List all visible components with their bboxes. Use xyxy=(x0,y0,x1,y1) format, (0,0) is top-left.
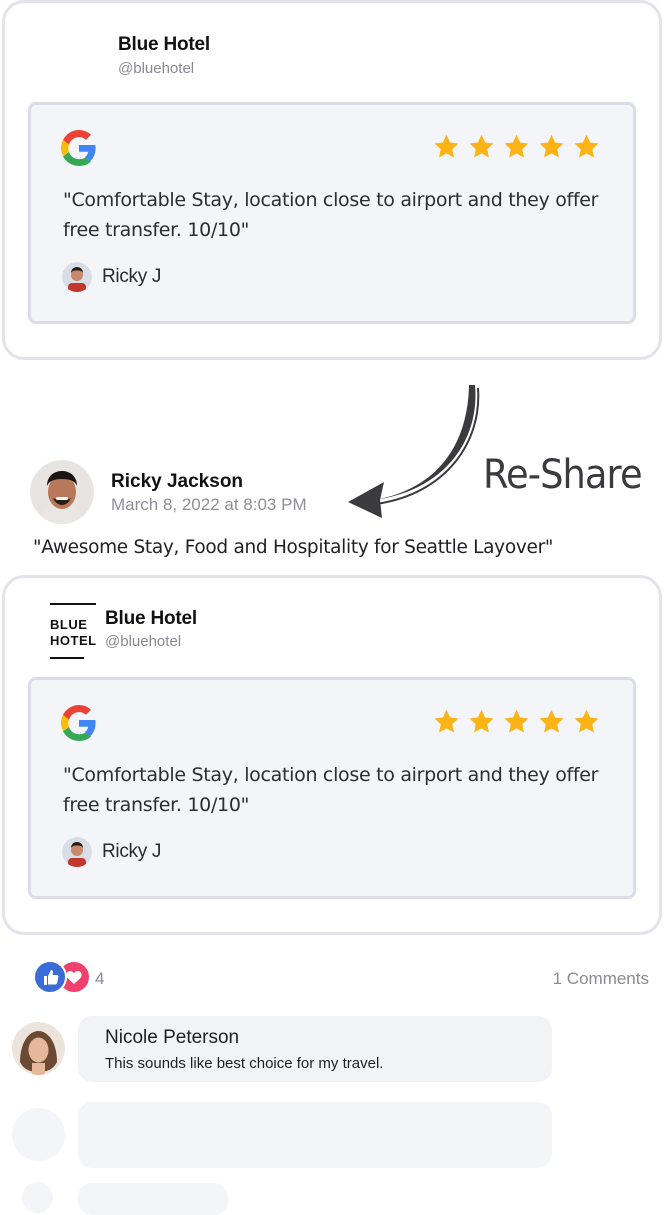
comment-text: This sounds like best choice for my trav… xyxy=(105,1055,384,1072)
comments-count[interactable]: 1 Comments xyxy=(553,969,649,989)
hotel-handle[interactable]: @bluehotel xyxy=(118,60,210,77)
reactions[interactable] xyxy=(33,960,93,994)
reaction-count[interactable]: 4 xyxy=(95,969,104,989)
hotel-name[interactable]: Blue Hotel xyxy=(105,608,197,630)
star-rating xyxy=(433,133,600,160)
star-rating xyxy=(433,708,600,735)
original-post-header: Blue Hotel @bluehotel xyxy=(118,34,210,77)
reviewer-name[interactable]: Ricky J xyxy=(102,266,161,288)
logo-bottom-bar xyxy=(50,657,84,659)
logo-line1: BLUE xyxy=(50,617,88,632)
star-icon xyxy=(574,134,599,158)
star-icon xyxy=(469,134,494,158)
comment-bubble: Nicole Peterson This sounds like best ch… xyxy=(78,1016,552,1082)
comment-author[interactable]: Nicole Peterson xyxy=(105,1027,552,1049)
commenter-avatar[interactable] xyxy=(12,1022,65,1075)
star-icon xyxy=(469,709,494,733)
star-icon xyxy=(574,709,599,733)
review-text: "Comfortable Stay, location close to air… xyxy=(63,189,599,241)
logo-line2: HOTEL xyxy=(50,633,97,648)
review-card: "Comfortable Stay, location close to air… xyxy=(28,102,636,324)
blue-hotel-logo: BLUE HOTEL xyxy=(50,603,98,659)
reshare-arrow-icon xyxy=(348,385,480,518)
reshared-post-header: Blue Hotel @bluehotel xyxy=(105,608,197,650)
placeholder-avatar xyxy=(12,1108,65,1161)
reshare-label: Re-Share xyxy=(483,452,643,498)
hotel-handle[interactable]: @bluehotel xyxy=(105,633,197,650)
logo-top-bar xyxy=(50,603,96,605)
google-g-icon xyxy=(61,705,96,741)
star-icon xyxy=(539,709,564,733)
reviewer-avatar xyxy=(62,837,92,867)
star-icon xyxy=(504,134,529,158)
reviewer: Ricky J xyxy=(62,262,161,292)
poster-name[interactable]: Ricky Jackson xyxy=(111,471,243,493)
star-icon xyxy=(504,709,529,733)
reviewer-avatar xyxy=(62,262,92,292)
star-icon xyxy=(539,134,564,158)
review-text: "Comfortable Stay, location close to air… xyxy=(63,764,599,816)
star-icon xyxy=(434,134,459,158)
post-timestamp[interactable]: March 8, 2022 at 8:03 PM xyxy=(111,495,307,515)
reviewer: Ricky J xyxy=(62,837,161,867)
star-icon xyxy=(434,709,459,733)
hotel-name[interactable]: Blue Hotel xyxy=(118,34,210,56)
like-icon[interactable] xyxy=(33,960,67,994)
review-card: "Comfortable Stay, location close to air… xyxy=(28,677,636,899)
post-caption: "Awesome Stay, Food and Hospitality for … xyxy=(33,537,554,558)
placeholder-comment xyxy=(78,1102,552,1168)
reviewer-name[interactable]: Ricky J xyxy=(102,841,161,863)
placeholder-input xyxy=(78,1183,228,1215)
google-g-icon xyxy=(61,130,96,166)
poster-avatar[interactable] xyxy=(30,460,94,524)
placeholder-avatar-small xyxy=(22,1182,53,1213)
